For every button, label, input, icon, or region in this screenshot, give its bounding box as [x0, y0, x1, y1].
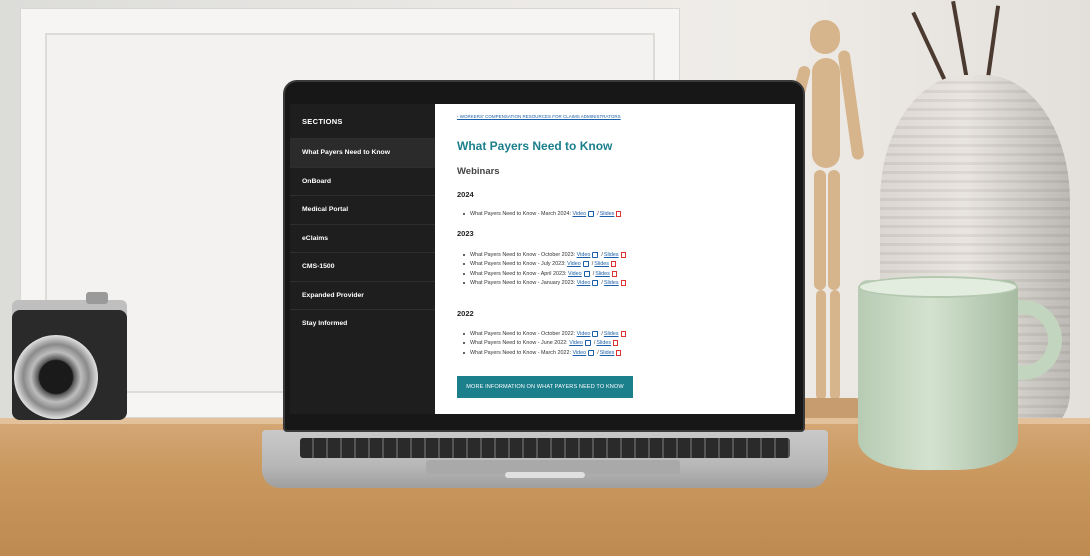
separator: / — [597, 210, 599, 217]
page-title: What Payers Need to Know — [457, 139, 613, 153]
webinar-title: What Payers Need to Know - March 2024: — [470, 210, 571, 217]
sidebar-item-medical-portal[interactable]: Medical Portal — [290, 195, 435, 224]
separator: / — [592, 270, 595, 277]
separator: / — [591, 261, 594, 268]
video-link[interactable]: Video — [577, 331, 591, 337]
pdf-icon — [613, 340, 619, 347]
external-link-icon — [592, 330, 599, 337]
camera-lens — [14, 335, 98, 419]
video-link[interactable]: Video — [577, 252, 591, 258]
sidebar-item-cms-1500[interactable]: CMS-1500 — [290, 252, 435, 281]
laptop-screen: SECTIONS What Payers Need to Know OnBoar… — [290, 104, 795, 414]
slides-link[interactable]: Slides — [594, 261, 609, 267]
slides-link[interactable]: Slides — [604, 280, 619, 286]
video-link[interactable]: Video — [572, 350, 586, 356]
camera-knob — [86, 292, 108, 304]
webinar-list-2022: What Payers Need to Know - October 2022:… — [463, 329, 626, 358]
separator: / — [601, 251, 603, 258]
external-link-icon — [582, 261, 589, 268]
external-link-icon — [592, 251, 599, 258]
laptop-keyboard — [300, 438, 790, 458]
bullet — [463, 212, 465, 215]
external-link-icon — [583, 270, 590, 277]
external-link-icon — [584, 340, 591, 347]
webinar-title: What Payers Need to Know - July 2023: — [470, 261, 566, 268]
video-link[interactable]: Video — [572, 211, 586, 217]
bullet — [463, 342, 465, 345]
webinar-title: What Payers Need to Know - January 2023: — [470, 280, 576, 287]
sidebar-item-stay-informed[interactable]: Stay Informed — [290, 309, 435, 338]
video-link[interactable]: Video — [568, 271, 582, 277]
pdf-icon — [610, 261, 616, 268]
webinar-title: What Payers Need to Know - March 2022: — [470, 349, 571, 356]
sidebar-item-eclaims[interactable]: eClaims — [290, 223, 435, 253]
webinar-title: What Payers Need to Know - April 2023: — [470, 270, 567, 277]
green-mug — [858, 280, 1018, 470]
main-content: ‹ WORKERS' COMPENSATION RESOURCES FOR CL… — [445, 104, 790, 414]
list-item: What Payers Need to Know - April 2023: V… — [463, 269, 626, 279]
webinar-list-2023: What Payers Need to Know - October 2023:… — [463, 250, 626, 288]
video-link[interactable]: Video — [569, 340, 583, 346]
video-link[interactable]: Video — [567, 261, 581, 267]
year-heading-2024: 2024 — [457, 190, 474, 199]
slides-link[interactable]: Slides — [604, 331, 619, 337]
bullet — [463, 263, 465, 266]
more-information-button[interactable]: MORE INFORMATION ON WHAT PAYERS NEED TO … — [457, 376, 633, 398]
list-item: What Payers Need to Know - October 2022:… — [463, 329, 626, 339]
video-link[interactable]: Video — [577, 280, 591, 286]
laptop-notch — [505, 472, 585, 478]
bullet — [463, 282, 465, 285]
pdf-icon — [620, 330, 626, 337]
pdf-icon — [616, 349, 622, 356]
slides-link[interactable]: Slides — [595, 271, 610, 277]
bullet — [463, 332, 465, 335]
webinar-title: What Payers Need to Know - June 2022: — [470, 340, 568, 347]
list-item: What Payers Need to Know - March 2024: V… — [463, 209, 622, 219]
bullet — [463, 351, 465, 354]
mannequin-base — [800, 398, 860, 420]
external-link-icon — [592, 280, 599, 287]
webinar-list-2024: What Payers Need to Know - March 2024: V… — [463, 209, 622, 219]
external-link-icon — [588, 210, 595, 217]
section-title: Webinars — [457, 166, 500, 177]
list-item: What Payers Need to Know - July 2023: Vi… — [463, 260, 626, 270]
separator: / — [601, 330, 603, 337]
list-item: What Payers Need to Know - October 2023:… — [463, 250, 626, 260]
sidebar-item-expanded-provider[interactable]: Expanded Provider — [290, 280, 435, 310]
list-item: What Payers Need to Know - January 2023:… — [463, 279, 626, 289]
slides-link[interactable]: Slides — [600, 350, 615, 356]
bullet — [463, 253, 465, 256]
pdf-icon — [611, 270, 617, 277]
pdf-icon — [620, 251, 626, 258]
pdf-icon — [616, 210, 622, 217]
slides-link[interactable]: Slides — [600, 211, 615, 217]
sections-sidebar: SECTIONS What Payers Need to Know OnBoar… — [290, 104, 435, 414]
sidebar-item-what-payers-need-to-know[interactable]: What Payers Need to Know — [290, 138, 435, 167]
list-item: What Payers Need to Know - June 2022: Vi… — [463, 339, 626, 349]
sidebar-item-onboard[interactable]: OnBoard — [290, 166, 435, 196]
year-heading-2022: 2022 — [457, 309, 474, 318]
slides-link[interactable]: Slides — [596, 340, 611, 346]
bullet — [463, 272, 465, 275]
separator: / — [601, 280, 603, 287]
list-item: What Payers Need to Know - March 2022: V… — [463, 348, 626, 358]
external-link-icon — [588, 349, 595, 356]
webinar-title: What Payers Need to Know - October 2022: — [470, 330, 576, 337]
separator: / — [593, 340, 596, 347]
slides-link[interactable]: Slides — [604, 252, 619, 258]
pdf-icon — [620, 280, 626, 287]
breadcrumb[interactable]: ‹ WORKERS' COMPENSATION RESOURCES FOR CL… — [457, 114, 621, 119]
separator: / — [597, 349, 599, 356]
mug-rim — [858, 276, 1018, 298]
year-heading-2023: 2023 — [457, 229, 474, 238]
webinar-title: What Payers Need to Know - October 2023: — [470, 251, 576, 258]
sidebar-header: SECTIONS — [302, 117, 343, 126]
